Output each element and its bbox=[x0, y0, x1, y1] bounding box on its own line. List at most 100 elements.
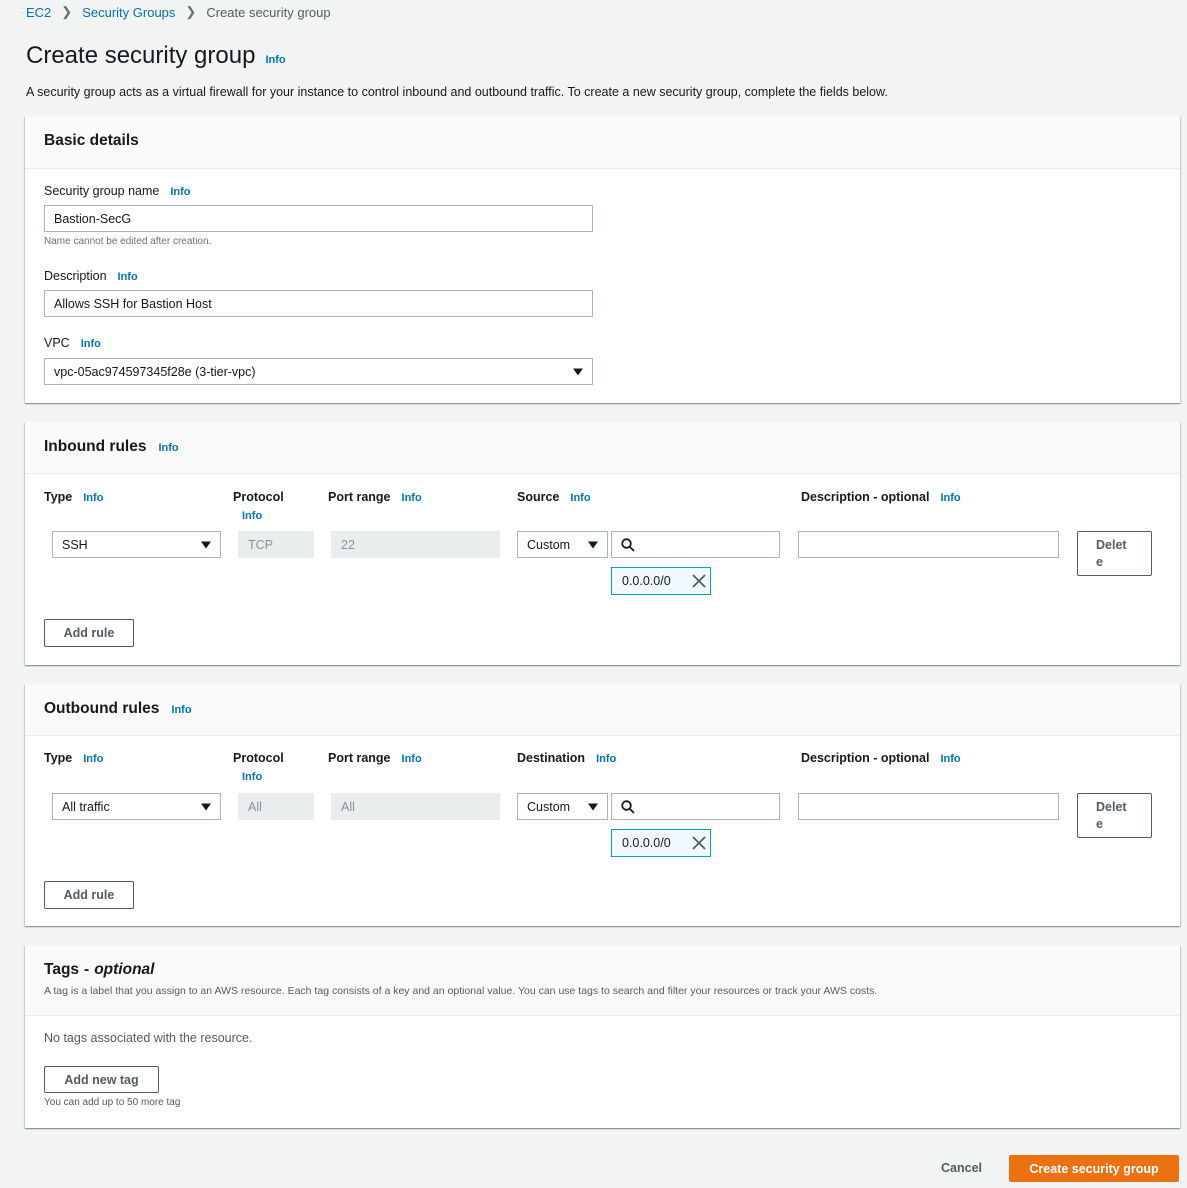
tags-limit-hint: You can add up to 50 more tag bbox=[44, 1097, 181, 1108]
inbound-add-rule-button[interactable]: Add rule bbox=[44, 619, 134, 647]
info-link[interactable]: Info bbox=[118, 271, 138, 283]
inbound-rules-title-row: Inbound rules Info bbox=[44, 438, 179, 456]
outbound-destination-search-input[interactable] bbox=[611, 793, 780, 820]
inbound-delete-button[interactable]: Delet e bbox=[1077, 531, 1152, 576]
outbound-add-rule-button[interactable]: Add rule bbox=[44, 881, 134, 909]
button-label: e bbox=[1096, 555, 1103, 569]
info-link[interactable]: Info bbox=[83, 492, 103, 504]
info-link[interactable]: Info bbox=[242, 510, 262, 522]
info-link[interactable]: Info bbox=[83, 753, 103, 765]
label-text: Port range bbox=[328, 490, 391, 504]
outbound-description-input[interactable] bbox=[798, 793, 1059, 820]
description-input[interactable]: Allows SSH for Bastion Host bbox=[44, 290, 593, 317]
basic-details-title: Basic details bbox=[44, 132, 139, 149]
col-protocol-label: Protocol bbox=[233, 751, 284, 765]
outbound-rules-title: Outbound rules bbox=[44, 700, 160, 717]
title-dash: - bbox=[84, 961, 90, 978]
tags-panel: Tags - optional A tag is a label that yo… bbox=[25, 945, 1180, 1128]
outbound-destination-mode-select[interactable]: Custom bbox=[517, 793, 608, 820]
cancel-button[interactable]: Cancel bbox=[941, 1161, 982, 1175]
breadcrumb-security-groups-link[interactable]: Security Groups bbox=[82, 5, 175, 20]
panel-header: Outbound rules Info bbox=[25, 684, 1180, 736]
token-label: 0.0.0.0/0 bbox=[622, 574, 671, 588]
info-link[interactable]: Info bbox=[402, 492, 422, 504]
select-value: Custom bbox=[527, 799, 571, 814]
security-group-name-input[interactable]: Bastion-SecG bbox=[44, 205, 593, 232]
close-icon[interactable] bbox=[690, 572, 708, 590]
col-description-label: Description - optional Info bbox=[801, 490, 961, 504]
security-group-name-label: Security group name Info bbox=[44, 184, 191, 198]
page-title: Create security group bbox=[26, 42, 256, 69]
tags-subtitle: A tag is a label that you assign to an A… bbox=[44, 985, 878, 997]
info-link[interactable]: Info bbox=[170, 186, 190, 198]
label-text: Type bbox=[44, 490, 73, 504]
inbound-protocol-field: TCP bbox=[238, 531, 314, 558]
caret-down-icon bbox=[588, 803, 598, 810]
breadcrumb-ec2-link[interactable]: EC2 bbox=[26, 5, 51, 20]
label-text: Description - optional bbox=[801, 490, 930, 504]
label-text: Type bbox=[44, 751, 73, 765]
inbound-rules-title: Inbound rules bbox=[44, 438, 147, 455]
info-link[interactable]: Info bbox=[171, 704, 191, 716]
search-icon bbox=[621, 538, 635, 552]
col-port-label: Port range Info bbox=[328, 751, 422, 765]
info-link[interactable]: Info bbox=[596, 753, 616, 765]
caret-down-icon bbox=[201, 541, 211, 548]
no-tags-message: No tags associated with the resource. bbox=[44, 1031, 253, 1045]
info-link[interactable]: Info bbox=[570, 492, 590, 504]
name-hint: Name cannot be edited after creation. bbox=[44, 236, 212, 247]
select-value: All traffic bbox=[62, 799, 110, 814]
label-text: Source bbox=[517, 490, 560, 504]
add-new-tag-button[interactable]: Add new tag bbox=[44, 1066, 159, 1093]
close-icon[interactable] bbox=[690, 834, 708, 852]
page-info-link[interactable]: Info bbox=[265, 54, 285, 66]
label-text: Port range bbox=[328, 751, 391, 765]
outbound-cidr-token: 0.0.0.0/0 bbox=[611, 829, 711, 857]
token-label: 0.0.0.0/0 bbox=[622, 836, 671, 850]
info-link[interactable]: Info bbox=[940, 753, 960, 765]
info-link[interactable]: Info bbox=[158, 442, 178, 454]
select-value: Custom bbox=[527, 537, 571, 552]
create-security-group-button[interactable]: Create security group bbox=[1009, 1155, 1179, 1182]
outbound-port-range-field: All bbox=[331, 793, 500, 820]
vpc-select[interactable]: vpc-05ac974597345f28e (3-tier-vpc) bbox=[44, 358, 593, 385]
outbound-rules-panel: Outbound rules Info Type Info Protocol I… bbox=[25, 684, 1180, 926]
info-link[interactable]: Info bbox=[242, 771, 262, 783]
tags-title: Tags bbox=[44, 961, 80, 978]
inbound-port-range-field: 22 bbox=[331, 531, 500, 558]
select-value: SSH bbox=[62, 537, 88, 552]
col-type-label: Type Info bbox=[44, 751, 103, 765]
info-link[interactable]: Info bbox=[81, 338, 101, 350]
tags-title-optional: optional bbox=[94, 961, 155, 978]
info-link[interactable]: Info bbox=[940, 492, 960, 504]
col-type-label: Type Info bbox=[44, 490, 103, 504]
col-destination-label: Destination Info bbox=[517, 751, 616, 765]
label-text: Destination bbox=[517, 751, 586, 765]
breadcrumb: EC2 ❯ Security Groups ❯ Create security … bbox=[26, 4, 331, 20]
label-text: Description - optional bbox=[801, 751, 930, 765]
outbound-type-select[interactable]: All traffic bbox=[52, 793, 221, 820]
panel-header: Tags - optional A tag is a label that yo… bbox=[25, 945, 1180, 1016]
inbound-rules-panel: Inbound rules Info Type Info Protocol In… bbox=[25, 422, 1180, 665]
search-icon bbox=[621, 800, 635, 814]
caret-down-icon bbox=[588, 541, 598, 548]
inbound-source-search-input[interactable] bbox=[611, 531, 780, 558]
outbound-rules-title-row: Outbound rules Info bbox=[44, 700, 192, 718]
info-link[interactable]: Info bbox=[402, 753, 422, 765]
page-description: A security group acts as a virtual firew… bbox=[26, 85, 888, 99]
panel-header: Inbound rules Info bbox=[25, 422, 1180, 474]
inbound-type-select[interactable]: SSH bbox=[52, 531, 221, 558]
button-label: e bbox=[1096, 817, 1103, 831]
outbound-delete-button[interactable]: Delet e bbox=[1077, 793, 1152, 838]
button-label: Delet bbox=[1096, 800, 1127, 814]
caret-down-icon bbox=[201, 803, 211, 810]
inbound-cidr-token: 0.0.0.0/0 bbox=[611, 567, 711, 595]
label-text: Security group name bbox=[44, 184, 160, 198]
inbound-source-mode-select[interactable]: Custom bbox=[517, 531, 608, 558]
inbound-description-input[interactable] bbox=[798, 531, 1059, 558]
vpc-label: VPC Info bbox=[44, 336, 101, 350]
chevron-right-icon: ❯ bbox=[61, 4, 73, 19]
panel-header: Basic details bbox=[25, 116, 1180, 169]
col-port-label: Port range Info bbox=[328, 490, 422, 504]
vpc-select-value: vpc-05ac974597345f28e (3-tier-vpc) bbox=[54, 364, 256, 379]
